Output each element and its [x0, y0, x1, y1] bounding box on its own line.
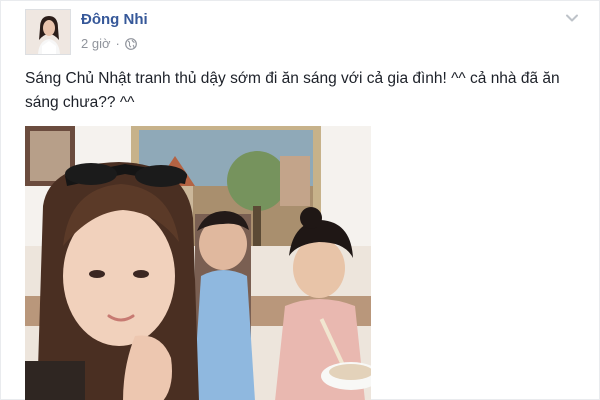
meta-separator: · [115, 36, 120, 51]
author-avatar[interactable] [25, 9, 71, 55]
avatar-image [26, 10, 70, 54]
post-text: Sáng Chủ Nhật tranh thủ dậy sớm đi ăn sá… [25, 70, 560, 111]
globe-icon[interactable] [124, 37, 137, 50]
post-timestamp[interactable]: 2 giờ [81, 36, 111, 51]
facebook-post: Đông Nhi 2 giờ · Sáng Chủ Nhật tranh thủ… [0, 0, 600, 400]
chevron-down-icon[interactable] [565, 11, 579, 25]
family-breakfast-photo [25, 126, 371, 400]
post-photo[interactable] [25, 126, 371, 400]
author-name-link[interactable]: Đông Nhi [81, 11, 148, 28]
post-meta: 2 giờ · [81, 36, 137, 51]
